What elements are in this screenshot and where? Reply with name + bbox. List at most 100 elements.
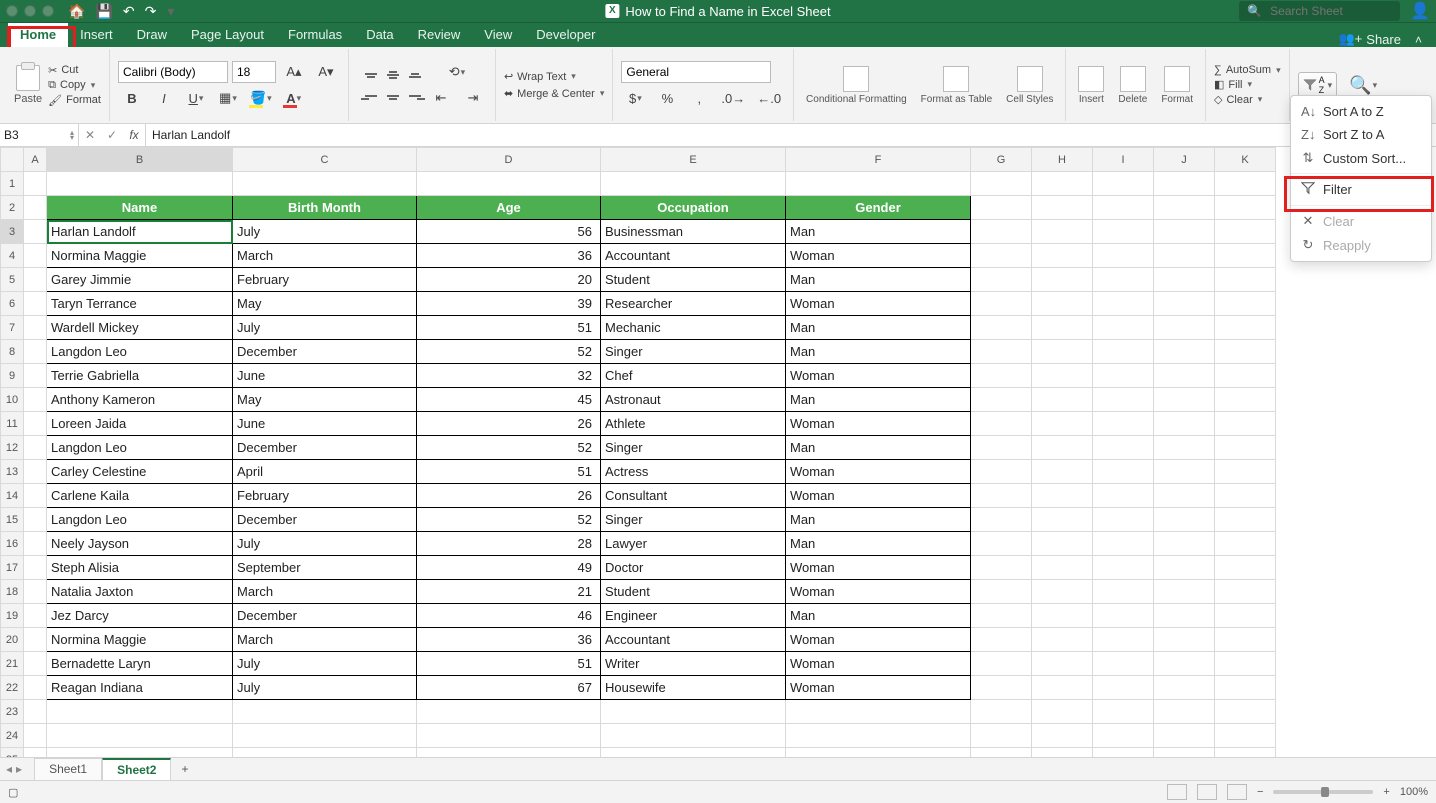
col-header-K[interactable]: K xyxy=(1215,148,1276,172)
row-header-8[interactable]: 8 xyxy=(1,340,24,364)
cell-G18[interactable] xyxy=(971,580,1032,604)
cell-I13[interactable] xyxy=(1093,460,1154,484)
cell-K12[interactable] xyxy=(1215,436,1276,460)
cell-E19[interactable]: Engineer xyxy=(601,604,786,628)
cell-F20[interactable]: Woman xyxy=(786,628,971,652)
cell-G2[interactable] xyxy=(971,196,1032,220)
cell-H25[interactable] xyxy=(1032,748,1093,758)
increase-font-icon[interactable]: A▴ xyxy=(280,61,308,83)
row-header-1[interactable]: 1 xyxy=(1,172,24,196)
fill-color-button[interactable]: 🪣▾ xyxy=(246,87,276,109)
sheet-tab-sheet1[interactable]: Sheet1 xyxy=(34,758,102,780)
cell-K18[interactable] xyxy=(1215,580,1276,604)
row-header-25[interactable]: 25 xyxy=(1,748,24,758)
cell-C2[interactable]: Birth Month xyxy=(233,196,417,220)
align-right[interactable] xyxy=(401,86,429,108)
cell-A24[interactable] xyxy=(24,724,47,748)
fill-button[interactable]: ◧ Fill ▾ xyxy=(1214,78,1281,91)
cell-K23[interactable] xyxy=(1215,700,1276,724)
sheet-tab-sheet2[interactable]: Sheet2 xyxy=(102,758,171,780)
cell-J4[interactable] xyxy=(1154,244,1215,268)
merge-center-button[interactable]: ⬌ Merge & Center ▾ xyxy=(504,87,604,100)
cell-D23[interactable] xyxy=(417,700,601,724)
cell-C23[interactable] xyxy=(233,700,417,724)
collapse-ribbon-icon[interactable]: ˄ xyxy=(1409,33,1428,47)
cell-E11[interactable]: Athlete xyxy=(601,412,786,436)
cell-A4[interactable] xyxy=(24,244,47,268)
tab-home[interactable]: Home xyxy=(8,23,68,47)
cell-A5[interactable] xyxy=(24,268,47,292)
cell-E21[interactable]: Writer xyxy=(601,652,786,676)
cell-H6[interactable] xyxy=(1032,292,1093,316)
cell-C6[interactable]: May xyxy=(233,292,417,316)
cell-D21[interactable]: 51 xyxy=(417,652,601,676)
row-header-10[interactable]: 10 xyxy=(1,388,24,412)
cell-K11[interactable] xyxy=(1215,412,1276,436)
cell-A10[interactable] xyxy=(24,388,47,412)
grid[interactable]: ABCDEFGHIJK12NameBirth MonthAgeOccupatio… xyxy=(0,147,1436,757)
cell-G16[interactable] xyxy=(971,532,1032,556)
cell-I20[interactable] xyxy=(1093,628,1154,652)
cell-A23[interactable] xyxy=(24,700,47,724)
cell-J16[interactable] xyxy=(1154,532,1215,556)
cell-B9[interactable]: Terrie Gabriella xyxy=(47,364,233,388)
cell-B6[interactable]: Taryn Terrance xyxy=(47,292,233,316)
cell-I19[interactable] xyxy=(1093,604,1154,628)
cell-D3[interactable]: 56 xyxy=(417,220,601,244)
cell-J7[interactable] xyxy=(1154,316,1215,340)
cell-A21[interactable] xyxy=(24,652,47,676)
cell-J11[interactable] xyxy=(1154,412,1215,436)
cell-A1[interactable] xyxy=(24,172,47,196)
decrease-font-icon[interactable]: A▾ xyxy=(312,61,340,83)
cell-J18[interactable] xyxy=(1154,580,1215,604)
cell-C11[interactable]: June xyxy=(233,412,417,436)
sheet-nav-last[interactable]: ▸ xyxy=(16,762,22,776)
row-header-22[interactable]: 22 xyxy=(1,676,24,700)
cell-C7[interactable]: July xyxy=(233,316,417,340)
user-icon[interactable]: 👤 xyxy=(1410,1,1430,21)
cell-A14[interactable] xyxy=(24,484,47,508)
cell-C17[interactable]: September xyxy=(233,556,417,580)
cell-F9[interactable]: Woman xyxy=(786,364,971,388)
cell-J24[interactable] xyxy=(1154,724,1215,748)
cell-B1[interactable] xyxy=(47,172,233,196)
cell-G13[interactable] xyxy=(971,460,1032,484)
cell-K4[interactable] xyxy=(1215,244,1276,268)
cell-F21[interactable]: Woman xyxy=(786,652,971,676)
cell-H13[interactable] xyxy=(1032,460,1093,484)
cell-C12[interactable]: December xyxy=(233,436,417,460)
cell-F16[interactable]: Man xyxy=(786,532,971,556)
cell-J15[interactable] xyxy=(1154,508,1215,532)
cell-H19[interactable] xyxy=(1032,604,1093,628)
format-cells[interactable]: Format xyxy=(1157,66,1197,105)
row-header-6[interactable]: 6 xyxy=(1,292,24,316)
view-page-break[interactable] xyxy=(1227,784,1247,800)
cell-K24[interactable] xyxy=(1215,724,1276,748)
cell-E22[interactable]: Housewife xyxy=(601,676,786,700)
cell-J17[interactable] xyxy=(1154,556,1215,580)
cell-K6[interactable] xyxy=(1215,292,1276,316)
delete-cells[interactable]: Delete xyxy=(1114,66,1151,105)
cell-I5[interactable] xyxy=(1093,268,1154,292)
cell-C18[interactable]: March xyxy=(233,580,417,604)
zoom-level[interactable]: 100% xyxy=(1400,786,1428,798)
cell-B25[interactable] xyxy=(47,748,233,758)
cell-E8[interactable]: Singer xyxy=(601,340,786,364)
row-header-9[interactable]: 9 xyxy=(1,364,24,388)
cell-F17[interactable]: Woman xyxy=(786,556,971,580)
cell-J5[interactable] xyxy=(1154,268,1215,292)
cell-I17[interactable] xyxy=(1093,556,1154,580)
cell-H3[interactable] xyxy=(1032,220,1093,244)
col-header-B[interactable]: B xyxy=(47,148,233,172)
cell-J8[interactable] xyxy=(1154,340,1215,364)
cell-D6[interactable]: 39 xyxy=(417,292,601,316)
col-header-A[interactable]: A xyxy=(24,148,47,172)
cell-G14[interactable] xyxy=(971,484,1032,508)
cell-B13[interactable]: Carley Celestine xyxy=(47,460,233,484)
cell-E2[interactable]: Occupation xyxy=(601,196,786,220)
cell-J13[interactable] xyxy=(1154,460,1215,484)
cell-G25[interactable] xyxy=(971,748,1032,758)
cell-I1[interactable] xyxy=(1093,172,1154,196)
cell-F11[interactable]: Woman xyxy=(786,412,971,436)
cell-styles[interactable]: Cell Styles xyxy=(1002,66,1057,105)
